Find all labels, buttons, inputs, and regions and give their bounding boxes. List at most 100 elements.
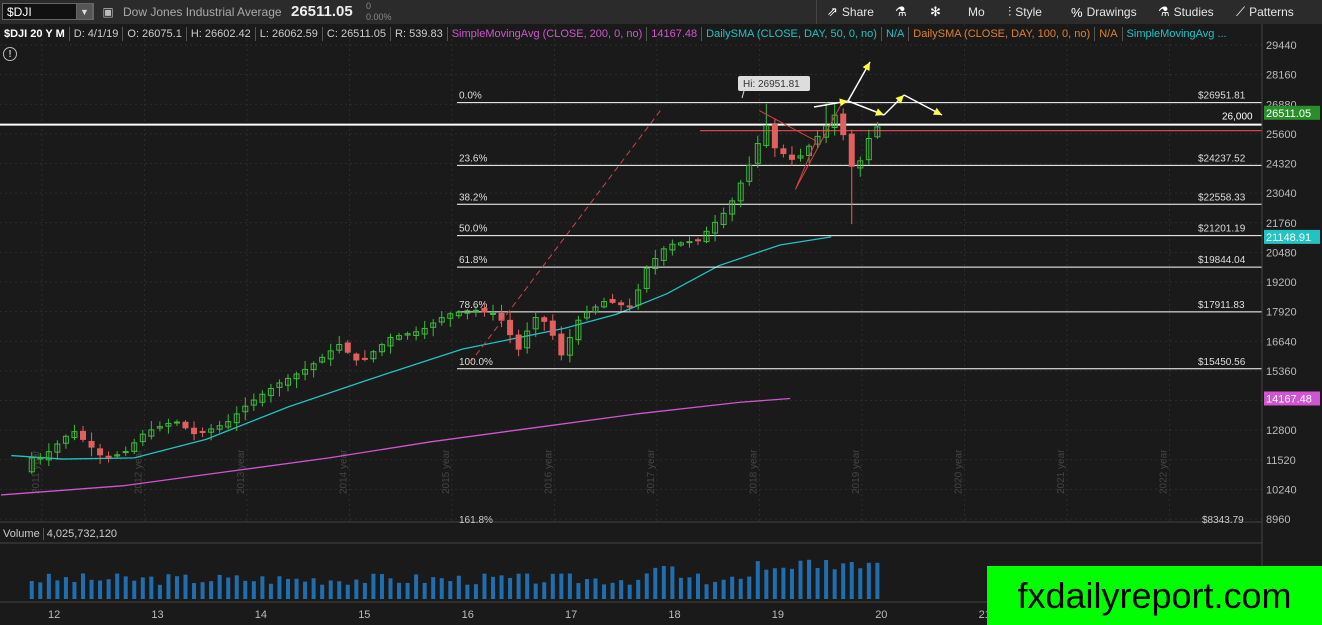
price-tick-label: 11520 [1266,455,1296,467]
fib-label: 61.8% [459,255,487,266]
volume-value: 4,025,732,120 [46,528,118,540]
volume-bar [294,578,299,599]
volume-bar [567,573,572,599]
volume-bar [610,582,615,599]
volume-bar [81,573,85,599]
price-tick-label: 20480 [1266,247,1297,259]
candle-down [618,302,625,306]
bar-low: L: 26062.59 [256,27,323,41]
fib-price: $19844.04 [1198,255,1246,266]
year-label: 2022 year [1159,449,1170,494]
fib-price: $15450.56 [1198,357,1246,368]
volume-bar [781,567,786,599]
volume-bar [764,569,769,599]
volume-bar [644,573,649,599]
flask-studies-icon: ⚗ [1158,4,1170,19]
candle-down [626,305,633,308]
study-dailysma50[interactable]: DailySMA (CLOSE, DAY, 50, 0, no) [702,27,882,41]
volume-bar [277,576,282,599]
volume-bar [157,584,162,599]
time-tick-label: 16 [462,609,474,621]
volume-bar [200,582,205,599]
volume-bar [132,580,137,599]
volume-bar [473,584,478,599]
flask-button[interactable]: ⚗ [895,0,907,24]
candle-down [515,334,522,350]
volume-bar [311,578,316,599]
volume-bar [337,581,342,599]
symbol-dropdown-icon[interactable]: ▼ [76,3,93,20]
volume-bar [234,575,239,599]
volume-bar [593,578,598,599]
sma200-badge: 14167.48 [1266,393,1312,405]
price-tick-label: 28160 [1266,70,1297,82]
price-tick-label: 25600 [1266,129,1297,141]
study-sma-more[interactable]: SimpleMovingAvg ... [1123,27,1231,41]
volume-bar [713,581,718,599]
volume-bar [354,579,359,599]
volume-bar [627,584,632,599]
year-label: 2021 year [1056,449,1067,494]
volume-bar [730,576,735,599]
volume-bar [815,568,820,599]
volume-bar [183,574,188,599]
volume-bar [875,562,880,599]
price-tick-label: 21760 [1266,218,1297,230]
volume-bar [72,581,77,599]
bar-date: D: 4/1/19 [70,27,124,41]
volume-bar [542,582,547,599]
bar-open: O: 26075.1 [123,27,187,41]
study-sma200[interactable]: SimpleMovingAvg (CLOSE, 200, 0, no) [448,27,648,41]
volume-bar [123,576,128,599]
volume-bar [738,578,743,599]
settings-button[interactable]: ✻ [930,0,941,24]
fib-label: 161.8% [459,515,493,526]
price-tick-label: 29440 [1266,40,1297,52]
share-icon: ⇗ [827,4,838,19]
candle-down [344,342,351,353]
studies-button[interactable]: ⚗ Studies [1158,0,1214,24]
bar-close: C: 26511.05 [323,27,392,41]
volume-bar [63,577,68,599]
share-button[interactable]: ⇗ Share [827,0,874,24]
patterns-button[interactable]: ⟋ Patterns [1236,0,1294,24]
hi-callout-label: Hi: 26951.81 [743,79,800,90]
volume-bar [251,581,256,599]
time-tick-label: 19 [772,609,784,621]
volume-bar [678,577,683,599]
study-dailysma100[interactable]: DailySMA (CLOSE, DAY, 100, 0, no) [909,27,1096,41]
volume-bar [491,576,495,599]
percent-change: 0.00% [366,12,392,22]
volume-bar [414,574,419,599]
price-chart[interactable]: 2011 year 2012 year 2013 year 2014 year 2015… [0,24,1322,625]
candle-down [88,440,95,448]
volume-bar [174,576,179,599]
volume-bar [550,573,555,599]
price-tick-label: 16640 [1266,336,1297,348]
volume-bar [286,578,290,599]
candle-down [191,427,198,435]
chart-title: $DJI 20 Y M [0,27,70,41]
alert-icon[interactable]: ! [3,47,17,61]
volume-bar [106,579,111,599]
price-tick-label: 17920 [1266,307,1297,319]
volume-bar [388,578,393,599]
candle-up [472,309,479,312]
volume-bar [525,573,530,599]
volume-bar [89,579,94,599]
chart-background [0,24,1322,625]
timeframe-button[interactable]: Mo [968,0,985,24]
candle-down [771,124,778,149]
volume-bar [832,569,837,599]
style-button[interactable]: ⫶ Style [1008,0,1042,24]
volume-bar [824,559,829,599]
volume-bar [55,580,60,599]
link-icon[interactable]: ▣ [100,4,116,20]
candle-down [199,430,206,433]
sma50-badge: 21148.91 [1266,232,1311,244]
volume-bar [29,581,34,599]
drawings-button[interactable]: % Drawings [1071,0,1137,24]
volume-bar [149,576,154,599]
volume-bar [379,574,384,599]
year-label: 2016 year [544,449,555,494]
